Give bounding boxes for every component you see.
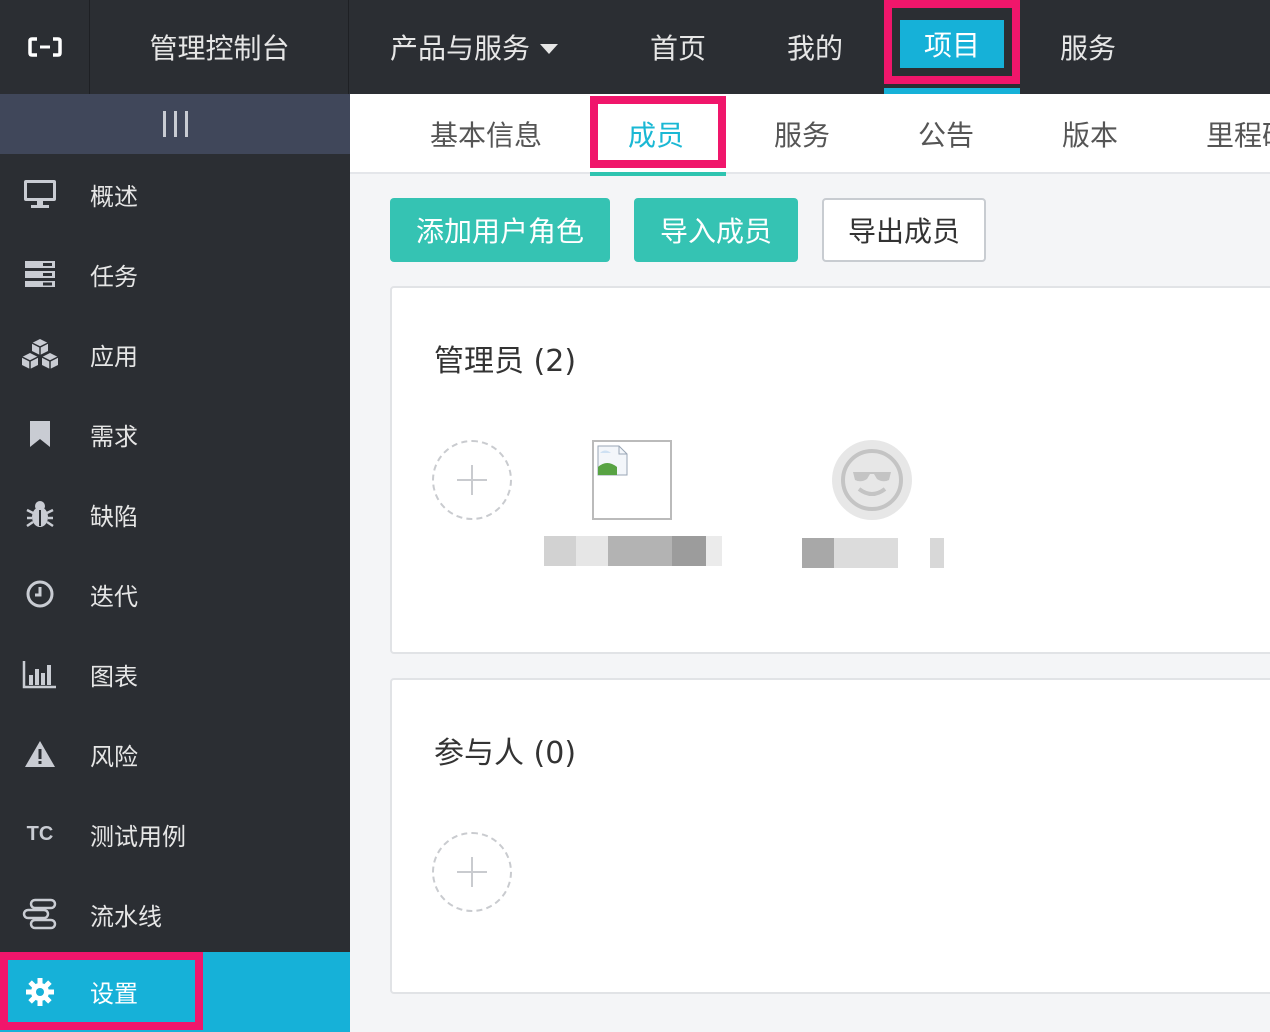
tab-milestones[interactable]: 里程碑	[1206, 94, 1270, 174]
bug-icon	[20, 494, 60, 534]
tab-services[interactable]: 服务	[774, 94, 830, 174]
member-avatar-broken-image[interactable]	[592, 440, 672, 520]
tab-announcements[interactable]: 公告	[918, 94, 974, 174]
tc-icon: TC	[20, 814, 60, 854]
sidebar-collapse-toggle[interactable]	[0, 94, 350, 154]
add-participant-button[interactable]	[432, 832, 512, 912]
nav-project[interactable]: 项目	[884, 0, 1020, 94]
project-tabs: 基本信息 成员 服务 公告 版本 里程碑	[350, 94, 1270, 176]
sidebar-item-label: 任务	[90, 262, 138, 291]
pipeline-icon	[20, 894, 60, 934]
bookmark-icon	[20, 414, 60, 454]
tab-members-label: 成员	[606, 112, 706, 156]
export-members-button[interactable]: 导出成员	[822, 198, 986, 262]
nav-home[interactable]: 首页	[650, 0, 706, 94]
nav-services[interactable]: 服务	[1060, 0, 1116, 94]
active-tab-indicator	[590, 172, 726, 176]
sidebar-item-label: 需求	[90, 422, 138, 451]
gear-icon	[20, 972, 60, 1012]
admins-title: 管理员 (2)	[434, 344, 577, 379]
admins-panel: 管理员 (2)	[390, 286, 1270, 654]
tc-icon-text: TC	[26, 822, 54, 845]
sidebar-item-label: 概述	[90, 182, 138, 211]
sidebar-item-test-cases[interactable]: TC 测试用例	[0, 794, 350, 874]
cool-face-icon	[841, 449, 903, 511]
tab-basic-info[interactable]: 基本信息	[430, 94, 542, 174]
participants-panel: 参与人 (0)	[390, 678, 1270, 994]
tab-versions[interactable]: 版本	[1062, 94, 1118, 174]
sidebar-item-label: 风险	[90, 742, 138, 771]
member-name-redacted	[544, 536, 722, 566]
sidebar-item-label: 测试用例	[90, 822, 186, 851]
caret-down-icon	[540, 44, 559, 54]
sidebar-item-pipeline[interactable]: 流水线	[0, 874, 350, 954]
collapse-bars-icon	[162, 111, 188, 137]
bar-chart-icon	[20, 654, 60, 694]
sidebar-item-label: 缺陷	[90, 502, 138, 531]
broken-image-icon	[597, 445, 628, 476]
participants-title: 参与人 (0)	[434, 736, 577, 771]
sidebar-item-tasks[interactable]: 任务	[0, 234, 350, 314]
sidebar-item-defects[interactable]: 缺陷	[0, 474, 350, 554]
sidebar-item-risks[interactable]: 风险	[0, 714, 350, 794]
sidebar-item-apps[interactable]: 应用	[0, 314, 350, 394]
tab-members[interactable]: 成员	[590, 94, 726, 176]
sidebar-item-label: 流水线	[90, 902, 162, 931]
sidebar-item-overview[interactable]: 概述	[0, 154, 350, 234]
console-title[interactable]: 管理控制台	[91, 0, 349, 94]
task-list-icon	[20, 254, 60, 294]
sidebar-item-iterations[interactable]: 迭代	[0, 554, 350, 634]
nav-mine[interactable]: 我的	[787, 0, 843, 94]
member-name-redacted	[802, 538, 944, 568]
clock-icon	[20, 574, 60, 614]
cloud-logo-icon[interactable]	[0, 0, 90, 94]
sidebar-item-label: 设置	[90, 980, 138, 1008]
nav-project-label: 项目	[900, 20, 1004, 68]
sidebar-item-label: 应用	[90, 342, 138, 371]
sidebar-item-charts[interactable]: 图表	[0, 634, 350, 714]
sidebar-item-label: 迭代	[90, 582, 138, 611]
top-navigation-bar: 管理控制台 产品与服务 首页 我的 项目 服务	[0, 0, 1270, 94]
add-admin-button[interactable]	[432, 440, 512, 520]
products-services-menu[interactable]: 产品与服务	[390, 0, 559, 94]
sidebar: 概述 任务 应用 需求 缺陷 迭代 图表 风险 TC 测试用例 流水线 设置	[0, 94, 350, 1032]
add-user-role-button[interactable]: 添加用户角色	[390, 198, 610, 262]
sidebar-item-requirements[interactable]: 需求	[0, 394, 350, 474]
monitor-icon	[20, 174, 60, 214]
cubes-icon	[20, 334, 60, 374]
sidebar-item-label: 图表	[90, 662, 138, 691]
member-avatar[interactable]	[832, 440, 912, 520]
warning-icon	[20, 734, 60, 774]
products-services-label: 产品与服务	[390, 32, 531, 65]
sidebar-item-settings[interactable]: 设置	[0, 952, 350, 1032]
import-members-button[interactable]: 导入成员	[634, 198, 798, 262]
